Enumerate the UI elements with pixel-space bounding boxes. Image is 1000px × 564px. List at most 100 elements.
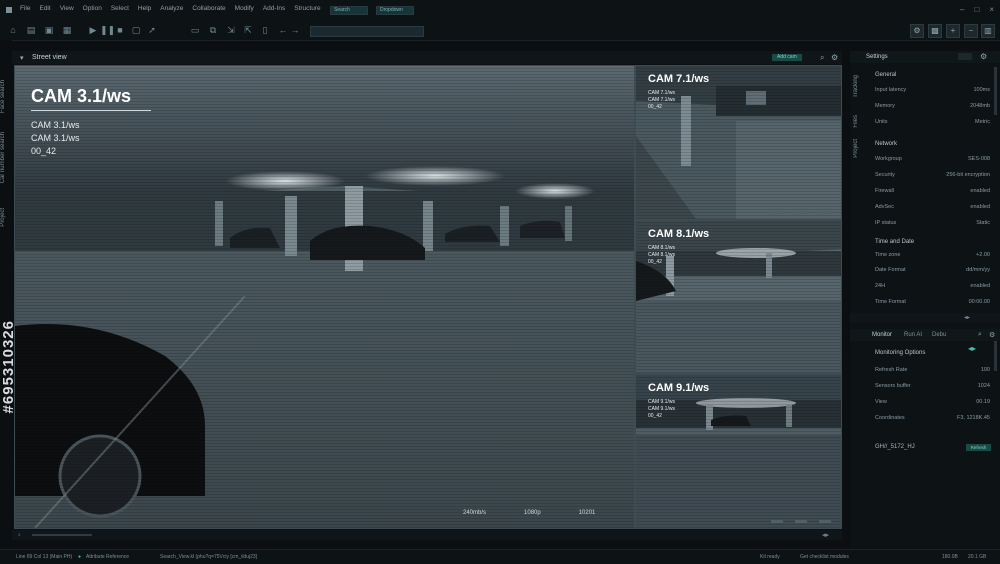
- settings-footer-arrows-icon[interactable]: ◂▸: [964, 314, 970, 321]
- settings-gear-icon[interactable]: ⚙: [980, 52, 987, 61]
- forward-arrow-icon[interactable]: →: [290, 25, 300, 35]
- save-icon[interactable]: ▣: [44, 25, 54, 35]
- minimize-icon[interactable]: –: [960, 5, 964, 14]
- main-camera-feed[interactable]: CAM 3.1/ws CAM 3.1/ws CAM 3.1/ws 00_42 2…: [14, 65, 635, 529]
- tab-car-number-search[interactable]: Car number search: [0, 132, 12, 183]
- tab-run-ai[interactable]: Run AI: [904, 332, 922, 338]
- setting-row[interactable]: Input latency 100ms: [875, 87, 990, 97]
- monitor-arrows-icon[interactable]: ◂▸: [968, 344, 976, 353]
- back-arrow-icon[interactable]: ←: [278, 25, 288, 35]
- menu-analyze[interactable]: Analyze: [160, 5, 183, 12]
- tab-files[interactable]: Files: [853, 115, 859, 128]
- menu-modify[interactable]: Modify: [235, 5, 254, 12]
- setting-row[interactable]: Time Format 00:00.00: [875, 299, 990, 309]
- maximize-icon[interactable]: □: [974, 5, 979, 14]
- setting-row[interactable]: Firewall enabled: [875, 188, 990, 198]
- memory-total: 20.1 GB: [968, 554, 987, 560]
- settings-title[interactable]: Settings: [866, 54, 888, 60]
- timeline-bar[interactable]: [32, 534, 92, 536]
- tab-monitor[interactable]: Monitor: [872, 332, 892, 338]
- setting-row[interactable]: Security 256-bit encryption: [875, 172, 990, 182]
- tab-tracking[interactable]: Tracking: [853, 75, 859, 98]
- export-icon[interactable]: ⇲: [226, 25, 236, 35]
- setting-row[interactable]: IP status Static: [875, 220, 990, 230]
- layers-icon[interactable]: ▤: [26, 25, 36, 35]
- menu-edit[interactable]: Edit: [39, 5, 50, 12]
- settings-toggle[interactable]: [958, 53, 972, 60]
- viewer-footer: ⌕ ◂▸: [12, 530, 842, 540]
- search-icon[interactable]: ⌕: [820, 53, 824, 63]
- viewer-title[interactable]: Street view: [32, 54, 67, 61]
- main-cam-info-line2: CAM 3.1/ws: [31, 133, 80, 143]
- tab-face-search[interactable]: Face search: [0, 80, 12, 113]
- frame-icon[interactable]: ▢: [131, 25, 141, 35]
- tab-project[interactable]: Project: [0, 208, 12, 227]
- monitor-row[interactable]: Sensors buffer 1024: [875, 383, 990, 393]
- pause-icon[interactable]: ❚❚: [100, 25, 115, 35]
- monitor-row[interactable]: Refresh Rate 100: [875, 367, 990, 377]
- copy-icon[interactable]: ⧉: [208, 25, 218, 35]
- viewer-menu-icon[interactable]: ▾: [20, 54, 24, 62]
- file-path[interactable]: Search_View.kl (phu?q=75Vciy [cm_ilduj23…: [160, 554, 257, 560]
- monitor-search-icon[interactable]: ⌕: [978, 331, 982, 339]
- settings-scrollbar[interactable]: [994, 67, 997, 115]
- setting-row[interactable]: Memory 2048mb: [875, 103, 990, 113]
- package-icon[interactable]: ▩: [928, 24, 942, 38]
- setting-row[interactable]: AdvSec enabled: [875, 204, 990, 214]
- section-network: Network: [875, 141, 898, 147]
- settings-icon[interactable]: ⚙: [910, 24, 924, 38]
- add-cam-button[interactable]: Add cam: [772, 54, 802, 61]
- menu-option[interactable]: Option: [83, 5, 102, 12]
- kit-ready-status: Kit ready: [760, 554, 780, 560]
- checklist-status[interactable]: Get checklist modules: [800, 554, 849, 560]
- monitor-row[interactable]: View 00.19: [875, 399, 990, 409]
- side-camera-feed-3[interactable]: CAM 9.1/ws CAM 9.1/ws CAM 9.1/ws 00_42: [635, 374, 842, 529]
- import-icon[interactable]: ⇱: [243, 25, 253, 35]
- add-icon[interactable]: +: [946, 24, 960, 38]
- viewer-footer-arrows-icon[interactable]: ◂▸: [822, 531, 829, 539]
- side-cam-2-info: CAM 8.1/ws CAM 8.1/ws 00_42: [648, 245, 675, 266]
- setting-row[interactable]: Workgroup SES-008: [875, 156, 990, 166]
- menu-file[interactable]: File: [20, 5, 30, 12]
- monitor-row[interactable]: Coordinates F3, 1218K.45: [875, 415, 990, 425]
- file-icon[interactable]: ▯: [260, 25, 270, 35]
- remove-icon[interactable]: −: [964, 24, 978, 38]
- side-cam-2-info-line2: CAM 8.1/ws: [648, 252, 675, 258]
- grid-icon[interactable]: ▦: [62, 25, 72, 35]
- monitor-gear-icon[interactable]: ⚙: [989, 331, 995, 339]
- section-time-date: Time and Date: [875, 239, 915, 245]
- menu-help[interactable]: Help: [138, 5, 151, 12]
- setting-row[interactable]: 24H enabled: [875, 283, 990, 293]
- side-camera-feed-1[interactable]: CAM 7.1/ws CAM 7.1/ws CAM 7.1/ws 00_42: [635, 65, 842, 220]
- window-icon[interactable]: ▭: [190, 25, 200, 35]
- setting-key: IP status: [875, 220, 897, 226]
- refresh-button[interactable]: Refresh: [966, 444, 991, 451]
- menu-add-ins[interactable]: Add-Ins: [263, 5, 285, 12]
- dropdown-box[interactable]: Dropdown: [376, 6, 414, 15]
- trash-icon[interactable]: ▥: [981, 24, 995, 38]
- monitor-scrollbar[interactable]: [994, 341, 997, 371]
- tab-settings-project[interactable]: Project: [853, 139, 859, 158]
- setting-value: enabled: [970, 188, 990, 194]
- menu-collaborate[interactable]: Collaborate: [192, 5, 225, 12]
- build-icon[interactable]: ⌂: [8, 25, 18, 35]
- menu-structure[interactable]: Structure: [294, 5, 320, 12]
- command-field[interactable]: [310, 26, 424, 37]
- search-box[interactable]: Search: [330, 6, 368, 15]
- stop-icon[interactable]: ■: [115, 25, 125, 35]
- setting-row[interactable]: Date Format dd/mm/yy: [875, 267, 990, 277]
- pointer-icon[interactable]: ➚: [147, 25, 157, 35]
- attribute-reference[interactable]: Attribute Reference: [86, 554, 129, 560]
- gear-icon[interactable]: ⚙: [831, 53, 838, 62]
- window-controls: – □ ×: [960, 5, 994, 14]
- close-icon[interactable]: ×: [989, 5, 994, 14]
- play-icon[interactable]: ▶: [88, 25, 98, 35]
- setting-row[interactable]: Time zone +2.00: [875, 252, 990, 262]
- menu-bar: File Edit View Option Select Help Analyz…: [0, 0, 1000, 21]
- side-camera-feed-2[interactable]: CAM 8.1/ws CAM 8.1/ws CAM 8.1/ws 00_42: [635, 220, 842, 374]
- zoom-icon[interactable]: ⌕: [18, 532, 21, 538]
- menu-view[interactable]: View: [60, 5, 74, 12]
- setting-row[interactable]: Units Metric: [875, 119, 990, 129]
- menu-select[interactable]: Select: [111, 5, 129, 12]
- tab-debug[interactable]: Debu: [932, 332, 946, 338]
